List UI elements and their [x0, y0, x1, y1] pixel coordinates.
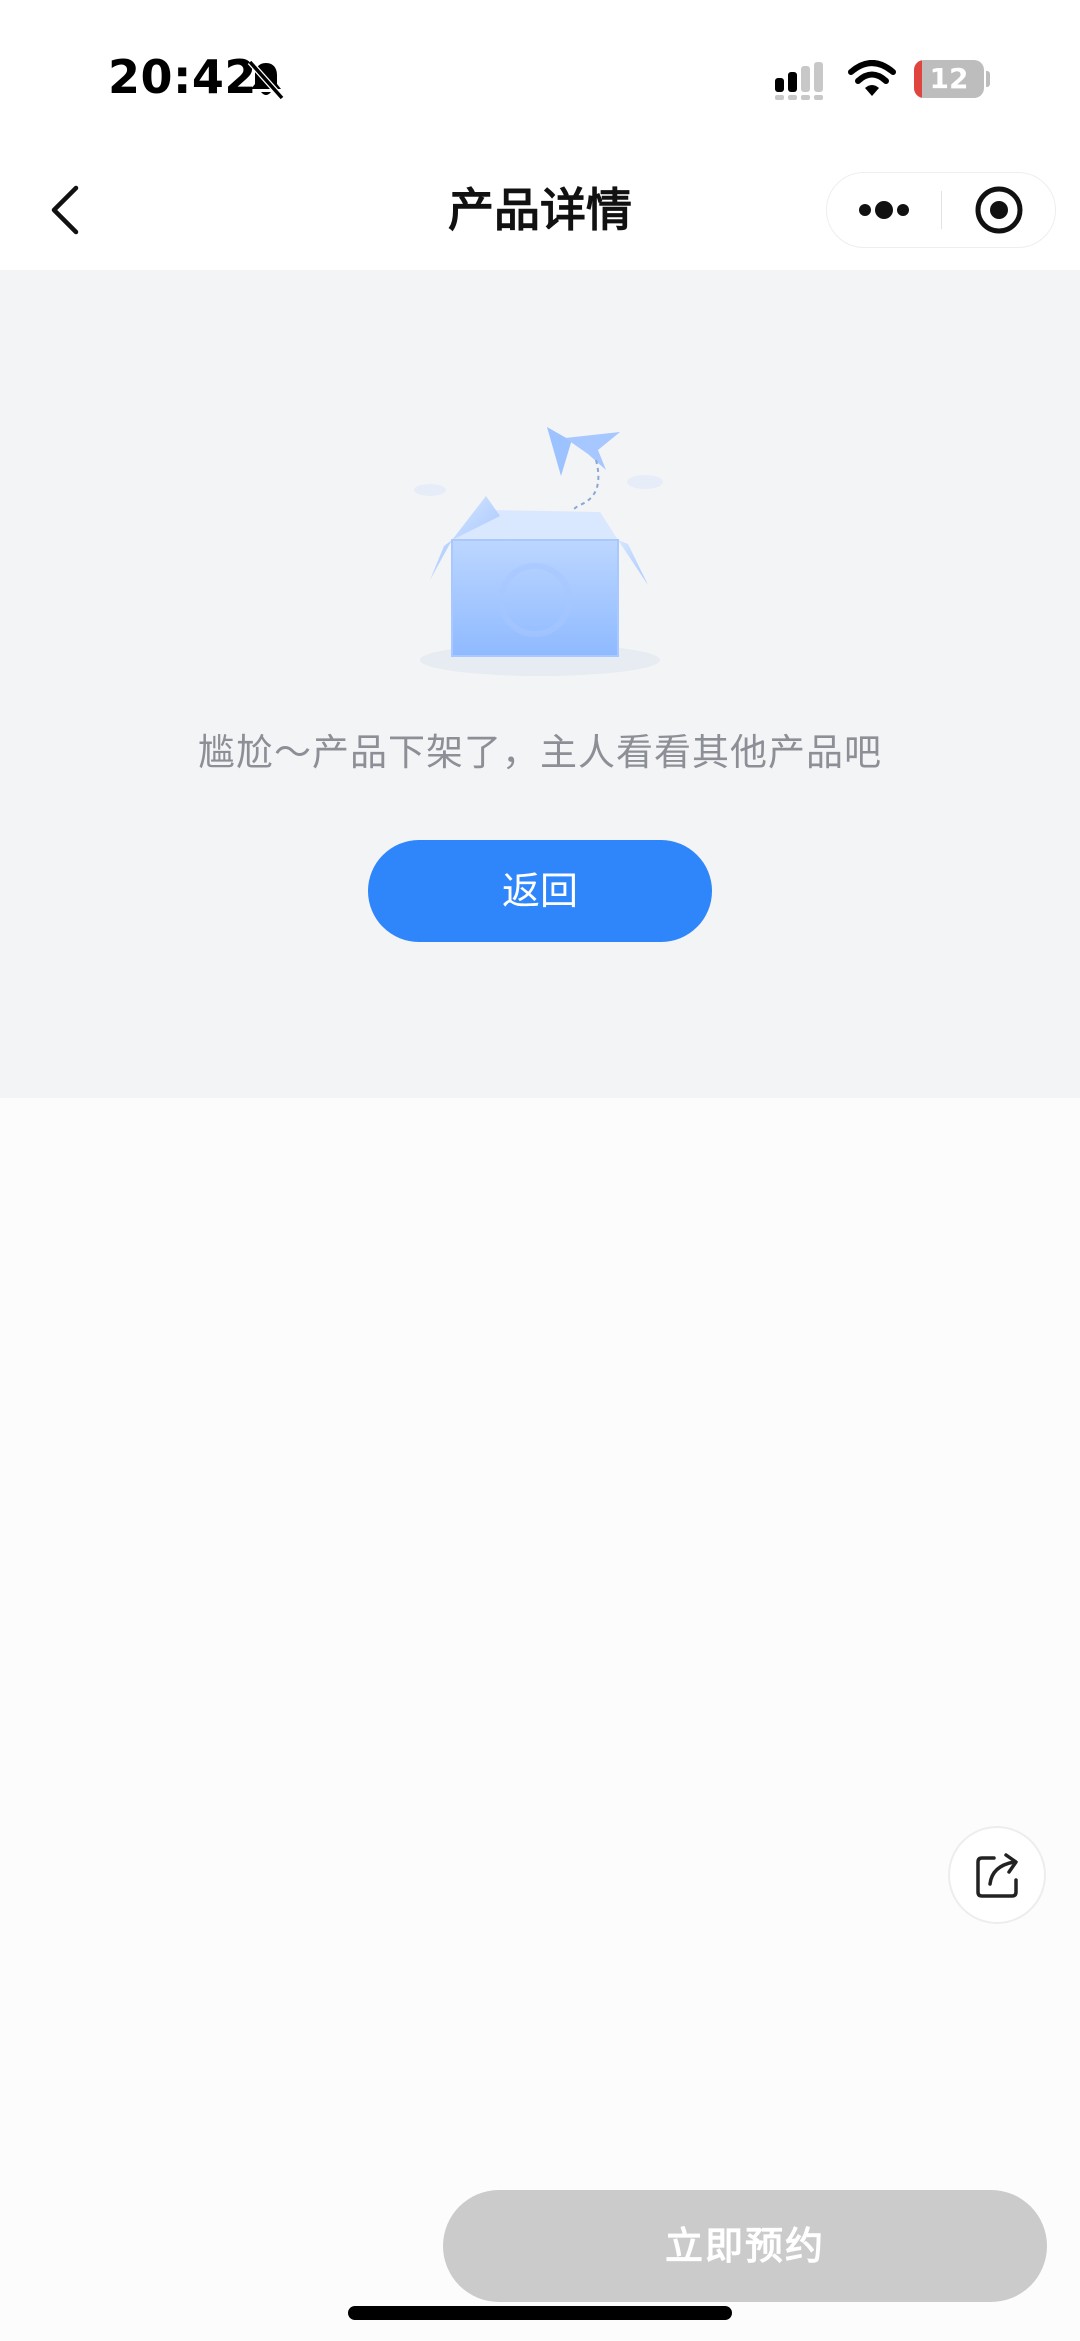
- battery-cap: [986, 71, 990, 87]
- more-dots-icon[interactable]: [827, 173, 941, 247]
- share-button[interactable]: [948, 1826, 1046, 1924]
- wifi-icon: [848, 60, 896, 96]
- empty-message: 尴尬～产品下架了，主人看看其他产品吧: [198, 731, 882, 774]
- book-now-button[interactable]: 立即预约: [443, 2190, 1047, 2302]
- empty-box-icon: [414, 427, 663, 676]
- battery-icon: 12: [914, 60, 984, 98]
- return-button[interactable]: 返回: [368, 840, 712, 942]
- chevron-left-icon[interactable]: [36, 178, 100, 242]
- nav-bar: 产品详情: [0, 150, 1080, 270]
- signal-icon: [775, 62, 823, 100]
- battery-level: 12: [929, 62, 969, 95]
- empty-state: 尴尬～产品下架了，主人看看其他产品吧 返回: [0, 270, 1080, 1098]
- share-icon: [976, 1853, 1018, 1898]
- status-time: 20:42: [108, 50, 257, 104]
- bell-muted-icon: [247, 60, 285, 100]
- home-indicator[interactable]: [348, 2306, 732, 2320]
- mini-program-capsule: [826, 172, 1056, 248]
- close-target-icon[interactable]: [942, 173, 1056, 247]
- status-bar: 20:42 12: [0, 0, 1080, 150]
